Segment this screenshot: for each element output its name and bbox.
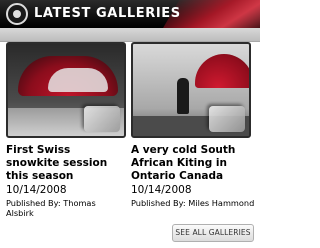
gallery-publisher: Published By: Miles Hammond <box>131 198 255 208</box>
gallery-thumbnail[interactable] <box>131 42 251 138</box>
widget-header: LATEST GALLERIES <box>0 0 260 28</box>
widget-title: LATEST GALLERIES <box>34 6 181 21</box>
thumbnail-rider <box>177 78 189 114</box>
circle-badge-icon <box>6 3 28 25</box>
page-curl-icon <box>209 106 245 132</box>
thumbnail-kite-highlight <box>48 68 108 92</box>
page-curl-icon <box>84 106 120 132</box>
gallery-thumbnail[interactable] <box>6 42 126 138</box>
gallery-date: 10/14/2008 <box>131 184 192 196</box>
see-all-galleries-button[interactable]: SEE ALL GALLERIES <box>172 224 254 242</box>
header-divider-strip <box>0 28 260 42</box>
gallery-date: 10/14/2008 <box>6 184 67 196</box>
gallery-title-link[interactable]: A very cold South African Kiting in Onta… <box>131 144 257 183</box>
gallery-title-link[interactable]: First Swiss snowkite session this season <box>6 144 126 183</box>
latest-galleries-widget: LATEST GALLERIES First Swiss snowkite se… <box>0 0 260 248</box>
gallery-card[interactable]: First Swiss snowkite session this season… <box>6 42 126 218</box>
gallery-card[interactable]: A very cold South African Kiting in Onta… <box>131 42 257 208</box>
gallery-publisher: Published By: Thomas Alsbirk <box>6 198 96 218</box>
